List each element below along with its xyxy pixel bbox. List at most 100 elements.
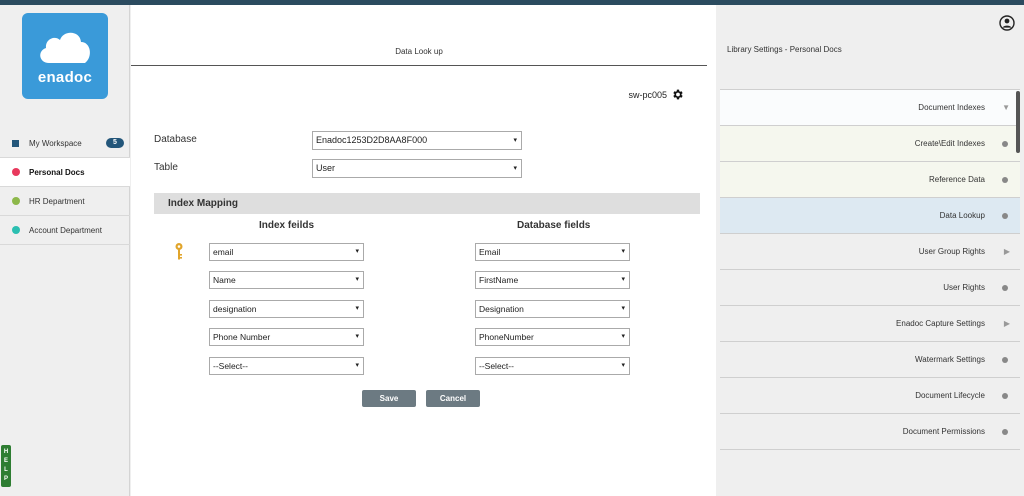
index-field-select[interactable]: Name ▾ [209,271,364,289]
sidebar-item-hr-department[interactable]: HR Department [0,187,130,216]
green-dot-icon [12,197,20,205]
dot-icon [1002,177,1008,183]
machine-name: sw-pc005 [628,89,667,100]
sidebar-item-personal-docs[interactable]: Personal Docs [0,158,130,187]
menu-item-data-lookup[interactable]: Data Lookup [720,198,1020,234]
chevron-down-icon: ▾ [621,276,625,283]
help-letter: H [3,449,9,455]
database-select-value: Enadoc1253D2D8AA8F000 [316,135,428,145]
menu-item-user-group-rights[interactable]: User Group Rights ▶ [720,234,1020,270]
menu-item-label: Watermark Settings [915,355,985,364]
chevron-down-icon: ▾ [355,248,359,255]
database-field-value: FirstName [479,275,519,285]
database-field-value: --Select-- [479,361,514,371]
table-label: Table [154,162,178,173]
menu-item-document-indexes[interactable]: Document Indexes ▼ [720,90,1020,126]
menu-scrollbar[interactable] [1016,91,1020,153]
database-field-select[interactable]: Email ▾ [475,243,630,261]
table-select-value: User [316,163,336,173]
chevron-down-icon: ▾ [513,165,517,172]
chevron-down-icon: ▾ [621,333,625,340]
title-divider [131,65,707,66]
chevron-down-icon: ▾ [355,362,359,369]
page-title: Data Look up [395,47,443,56]
settings-menu: Document Indexes ▼ Create\Edit Indexes R… [720,89,1020,450]
menu-item-enadoc-capture-settings[interactable]: Enadoc Capture Settings ▶ [720,306,1020,342]
user-account-icon[interactable] [999,15,1015,31]
save-button[interactable]: Save [362,390,416,407]
chevron-down-icon: ▾ [355,333,359,340]
menu-item-label: Reference Data [928,175,985,184]
library-settings-panel: Library Settings - Personal Docs Documen… [717,5,1024,496]
menu-item-label: Data Lookup [939,211,985,220]
sidebar-item-label: HR Department [29,196,85,206]
dot-icon [1002,213,1008,219]
menu-item-label: Enadoc Capture Settings [896,319,985,328]
library-settings-title: Library Settings - Personal Docs [727,45,842,54]
chevron-down-icon: ▾ [621,362,625,369]
menu-item-label: User Group Rights [918,247,985,256]
database-field-select[interactable]: FirstName ▾ [475,271,630,289]
sidebar-item-label: Personal Docs [29,167,85,177]
menu-item-label: Document Lifecycle [915,391,985,400]
dot-icon [1002,285,1008,291]
index-field-value: Phone Number [213,332,271,342]
database-label: Database [154,134,197,145]
index-field-value: designation [213,304,257,314]
key-icon [175,243,183,260]
database-field-select[interactable]: Designation ▾ [475,300,630,318]
dot-icon [1002,393,1008,399]
menu-item-label: Document Indexes [918,103,985,112]
database-field-select[interactable]: --Select-- ▾ [475,357,630,375]
main-panel: Data Look up sw-pc005 Database Enadoc125… [131,5,716,496]
database-field-select[interactable]: PhoneNumber ▾ [475,328,630,346]
workspace-count-badge: 5 [106,138,124,148]
database-select[interactable]: Enadoc1253D2D8AA8F000 ▾ [312,131,522,150]
menu-item-reference-data[interactable]: Reference Data [720,162,1020,198]
index-field-select[interactable]: Phone Number ▾ [209,328,364,346]
table-select[interactable]: User ▾ [312,159,522,178]
database-fields-header: Database fields [517,220,591,231]
help-tab[interactable]: H E L P [1,445,11,487]
left-sidebar: enadoc My Workspace 5 Personal Docs HR D… [0,5,130,496]
dot-icon [1002,429,1008,435]
machine-selector[interactable]: sw-pc005 [628,88,684,101]
database-field-value: PhoneNumber [479,332,534,342]
database-field-value: Designation [479,304,524,314]
index-mapping-header: Index Mapping [154,193,700,214]
sidebar-item-account-department[interactable]: Account Department [0,216,130,245]
help-letter: P [3,476,8,482]
menu-item-label: User Rights [943,283,985,292]
index-field-value: --Select-- [213,361,248,371]
sidebar-item-label: Account Department [29,225,102,235]
index-field-value: email [213,247,234,257]
menu-item-document-permissions[interactable]: Document Permissions [720,414,1020,450]
menu-item-watermark-settings[interactable]: Watermark Settings [720,342,1020,378]
chevron-down-icon: ▾ [513,137,517,144]
menu-item-document-lifecycle[interactable]: Document Lifecycle [720,378,1020,414]
arrow-right-icon: ▶ [1003,247,1010,256]
dot-icon [1002,357,1008,363]
index-field-select[interactable]: email ▾ [209,243,364,261]
index-field-select[interactable]: --Select-- ▾ [209,357,364,375]
dot-icon [1002,141,1008,147]
menu-item-label: Create\Edit Indexes [914,139,985,148]
workspace-square-icon [12,139,19,147]
menu-item-create-edit-indexes[interactable]: Create\Edit Indexes [720,126,1020,162]
enadoc-logo[interactable]: enadoc [22,13,108,99]
chevron-down-icon: ▾ [355,305,359,312]
gear-icon[interactable] [671,88,684,101]
index-field-value: Name [213,275,236,285]
chevron-down-icon: ▾ [355,276,359,283]
sidebar-item-my-workspace[interactable]: My Workspace 5 [0,129,130,158]
menu-item-user-rights[interactable]: User Rights [720,270,1020,306]
teal-dot-icon [12,226,20,234]
cloud-icon [40,32,90,63]
cancel-button[interactable]: Cancel [426,390,480,407]
menu-item-label: Document Permissions [902,427,985,436]
help-letter: E [3,458,8,464]
index-field-select[interactable]: designation ▾ [209,300,364,318]
help-letter: L [4,467,8,473]
logo-text: enadoc [37,69,93,86]
sidebar-nav: My Workspace 5 Personal Docs HR Departme… [0,129,130,245]
